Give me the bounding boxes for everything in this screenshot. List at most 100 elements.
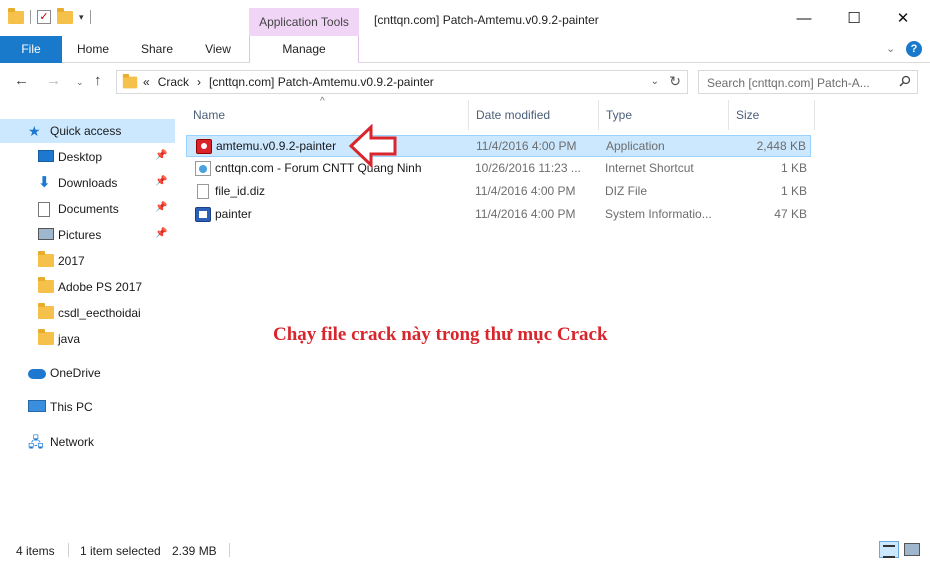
column-header-date-modified[interactable]: Date modified: [469, 100, 599, 130]
column-header-name[interactable]: Name: [186, 100, 469, 130]
pictures-icon: [38, 228, 54, 240]
sidebar-item-quick-access[interactable]: ★ Quick access: [0, 119, 175, 143]
up-arrow-icon[interactable]: ↑: [94, 72, 102, 89]
recent-locations-icon[interactable]: ⌄: [76, 77, 84, 88]
folder-icon: [38, 329, 54, 345]
column-header-type[interactable]: Type: [599, 100, 729, 130]
sidebar-item-java[interactable]: java: [0, 327, 175, 351]
address-bar[interactable]: « Crack › [cnttqn.com] Patch-Amtemu.v0.9…: [116, 70, 688, 94]
properties-icon[interactable]: ✓: [37, 10, 51, 24]
tab-home[interactable]: Home: [64, 36, 122, 63]
back-arrow-icon[interactable]: ←: [14, 72, 29, 89]
navigation-bar: ← → ⌄ ↑ « Crack › [cnttqn.com] Patch-Amt…: [0, 64, 930, 100]
breadcrumb: « Crack › [cnttqn.com] Patch-Amtemu.v0.9…: [143, 75, 434, 89]
help-icon[interactable]: ?: [906, 41, 922, 57]
file-date-modified: 11/4/2016 4:00 PM: [475, 184, 576, 198]
file-row-painter[interactable]: painter 11/4/2016 4:00 PM System Informa…: [186, 204, 811, 226]
tab-view[interactable]: View: [192, 36, 244, 63]
column-header-size[interactable]: Size: [729, 100, 815, 130]
onedrive-cloud-icon: [28, 369, 46, 379]
documents-icon: [38, 202, 50, 217]
file-date-modified: 11/4/2016 4:00 PM: [476, 139, 577, 153]
sidebar-item-network[interactable]: 🖧 Network: [0, 430, 175, 454]
tab-file[interactable]: File: [0, 36, 62, 63]
file-name: amtemu.v0.9.2-painter: [216, 139, 337, 153]
breadcrumb-crack[interactable]: Crack: [158, 75, 189, 89]
sidebar-item-csdl-eecthoidai[interactable]: csdl_eecthoidai: [0, 301, 175, 325]
details-view-icon[interactable]: [879, 541, 899, 558]
tab-share[interactable]: Share: [129, 36, 185, 63]
selection-count: 1 item selected: [80, 544, 161, 558]
downloads-icon: ⬇: [38, 174, 51, 191]
file-type: DIZ File: [605, 184, 647, 198]
sidebar-item-desktop[interactable]: Desktop 📌: [0, 145, 175, 169]
pin-icon[interactable]: 📌: [155, 228, 167, 239]
computer-icon: [28, 400, 46, 412]
sidebar-item-label: Pictures: [58, 228, 102, 242]
network-icon: 🖧: [28, 434, 44, 450]
file-size: 1 KB: [780, 184, 807, 198]
expand-ribbon-icon[interactable]: ⌄: [886, 42, 895, 55]
close-button[interactable]: ✕: [880, 6, 926, 32]
sidebar-item-label: java: [58, 332, 81, 346]
pin-icon[interactable]: 📌: [155, 176, 167, 187]
sidebar-item-pictures[interactable]: Pictures 📌: [0, 223, 175, 247]
selection-size: 2.39 MB: [172, 544, 217, 558]
sidebar-item-label: Downloads: [58, 176, 118, 190]
ribbon-tabs: File Home Share View Manage: [0, 36, 930, 63]
system-information-icon: [195, 207, 211, 222]
new-folder-icon[interactable]: [57, 7, 73, 24]
divider: [68, 543, 69, 557]
sidebar-item-this-pc[interactable]: This PC: [0, 395, 175, 419]
sidebar-item-label: Adobe PS 2017: [58, 280, 143, 294]
pin-icon[interactable]: 📌: [155, 150, 167, 161]
sidebar-item-adobe-ps-2017[interactable]: Adobe PS 2017: [0, 275, 175, 299]
annotation-arrow-icon: [349, 124, 397, 168]
desktop-icon: [38, 150, 54, 162]
maximize-button[interactable]: ☐: [831, 6, 877, 32]
breadcrumb-current-folder[interactable]: [cnttqn.com] Patch-Amtemu.v0.9.2-painter: [209, 75, 434, 89]
forward-arrow-icon[interactable]: →: [46, 72, 61, 89]
search-input[interactable]: Search [cnttqn.com] Patch-A...: [707, 76, 870, 90]
file-type: Internet Shortcut: [605, 161, 694, 175]
sidebar-item-label: 2017: [58, 254, 85, 268]
search-box[interactable]: Search [cnttqn.com] Patch-A...: [698, 70, 918, 94]
refresh-icon[interactable]: ↻: [669, 73, 681, 90]
sidebar-item-label: Desktop: [58, 150, 103, 164]
sidebar-item-downloads[interactable]: ⬇ Downloads 📌: [0, 171, 175, 195]
folder-icon: [38, 277, 54, 293]
file-row-cnttqn-shortcut[interactable]: cnttqn.com - Forum CNTT Quang Ninh 10/26…: [186, 158, 811, 180]
title-bar: ✓ ▾ Application Tools [cnttqn.com] Patch…: [0, 0, 930, 36]
sidebar-item-documents[interactable]: Documents 📌: [0, 197, 175, 221]
application-tools-label: Application Tools: [249, 8, 359, 36]
file-type: Application: [606, 139, 665, 153]
sidebar-item-2017[interactable]: 2017: [0, 249, 175, 273]
file-row-file-id-diz[interactable]: file_id.diz 11/4/2016 4:00 PM DIZ File 1…: [186, 181, 811, 203]
text-file-icon: [197, 184, 209, 199]
status-bar: 4 items 1 item selected 2.39 MB: [0, 538, 930, 562]
sidebar-item-label: csdl_eecthoidai: [58, 306, 141, 320]
annotation-note: Chạy file crack này trong thư mục Crack: [273, 324, 608, 345]
folder-icon: [122, 73, 138, 89]
file-size: 47 KB: [774, 207, 807, 221]
file-name: painter: [215, 207, 252, 221]
search-icon[interactable]: [899, 75, 911, 87]
breadcrumb-separator[interactable]: ›: [197, 75, 201, 89]
minimize-button[interactable]: —: [781, 6, 827, 32]
folder-icon: [8, 7, 24, 24]
breadcrumb-overflow[interactable]: «: [143, 75, 150, 89]
sidebar-item-label: This PC: [50, 400, 93, 414]
file-size: 1 KB: [780, 161, 807, 175]
pin-icon[interactable]: 📌: [155, 202, 167, 213]
tab-manage[interactable]: Manage: [249, 36, 359, 63]
window-title: [cnttqn.com] Patch-Amtemu.v0.9.2-painter: [374, 13, 599, 27]
sidebar-item-onedrive[interactable]: OneDrive: [0, 361, 175, 385]
customize-toolbar-icon[interactable]: ▾: [79, 12, 84, 23]
sidebar-item-label: Quick access: [50, 124, 122, 138]
file-date-modified: 11/4/2016 4:00 PM: [475, 207, 576, 221]
file-name: file_id.diz: [215, 184, 266, 198]
sidebar-item-label: Documents: [58, 202, 119, 216]
file-row-amtemu[interactable]: amtemu.v0.9.2-painter 11/4/2016 4:00 PM …: [186, 135, 811, 157]
large-icons-view-icon[interactable]: [904, 543, 920, 556]
chevron-down-icon[interactable]: ⌄: [651, 76, 659, 87]
